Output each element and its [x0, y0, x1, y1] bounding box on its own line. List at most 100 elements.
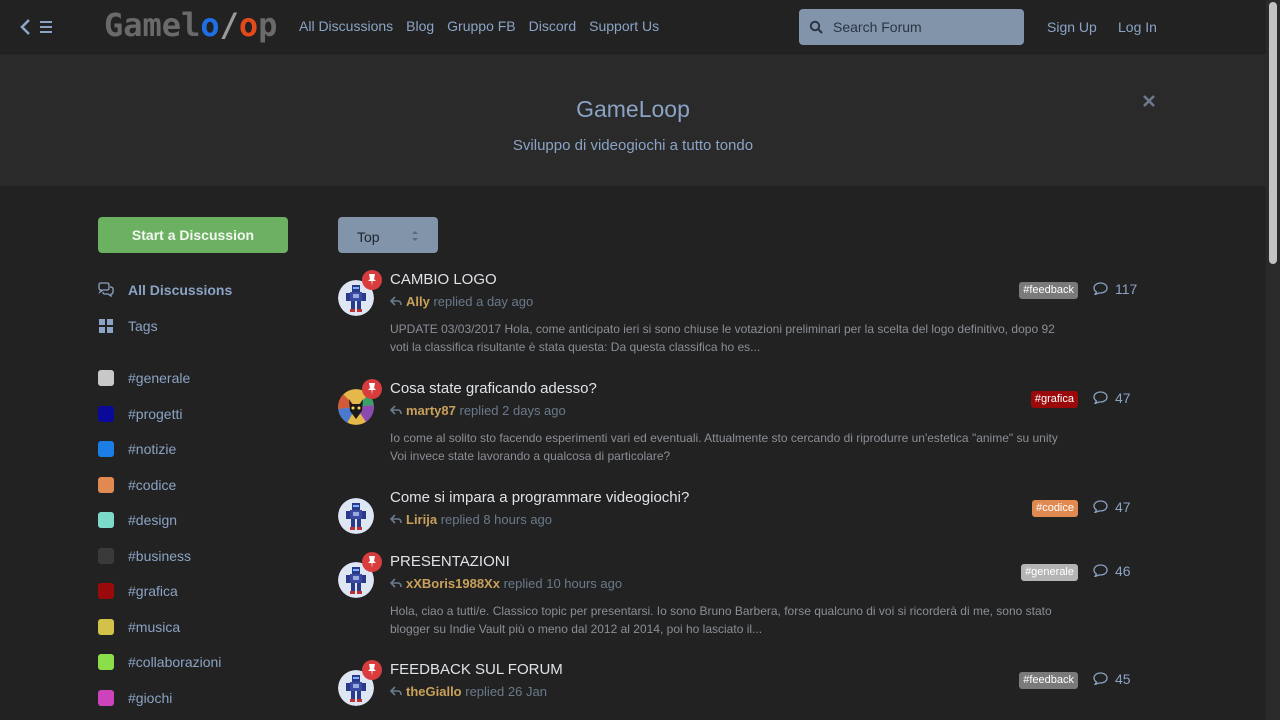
scrollbar-thumb[interactable]: [1269, 2, 1277, 264]
chevron-left-icon[interactable]: [18, 17, 34, 37]
reply-count: 47: [1093, 499, 1131, 515]
welcome-hero: GameLoop Sviluppo di videogiochi a tutto…: [0, 54, 1266, 186]
nav-gruppo-fb[interactable]: Gruppo FB: [447, 18, 515, 34]
pin-icon: [362, 270, 382, 290]
sidebar-tag-label: #collaborazioni: [128, 654, 222, 670]
comment-icon: [1093, 500, 1108, 513]
reply-time: replied 26 Jan: [465, 684, 547, 699]
nav-blog[interactable]: Blog: [406, 18, 434, 34]
reply-time: replied a day ago: [433, 294, 534, 309]
reply-username[interactable]: Lirija: [406, 512, 437, 527]
reply-icon: [390, 296, 402, 306]
sidebar-tag-label: #notizie: [128, 441, 177, 457]
discussion-meta: Ally replied a day ago: [390, 294, 533, 309]
comment-icon: [1093, 282, 1108, 295]
close-icon[interactable]: [1141, 93, 1157, 109]
discussion-tag-badge[interactable]: #feedback: [1019, 282, 1078, 299]
sidebar-item-label: All Discussions: [128, 282, 233, 298]
tag-color-swatch: [98, 476, 114, 493]
reply-username[interactable]: marty87: [406, 403, 456, 418]
discussion-excerpt: Io come al solito sto facendo esperiment…: [390, 431, 1058, 463]
sidebar-tag-item[interactable]: #musica: [98, 616, 180, 638]
sidebar-tag-label: #generale: [128, 370, 191, 386]
top-nav: All Discussions Blog Gruppo FB Discord S…: [299, 18, 672, 34]
nav-all-discussions[interactable]: All Discussions: [299, 18, 393, 34]
discussion-title[interactable]: Come si impara a programmare videogiochi…: [390, 489, 689, 506]
sidebar-tag-label: #codice: [128, 476, 177, 493]
search-input[interactable]: [833, 9, 1018, 45]
search-box[interactable]: [799, 9, 1024, 45]
sort-caret-icon: [412, 231, 418, 241]
reply-count-value: 47: [1115, 499, 1131, 515]
reply-count: 47: [1093, 390, 1131, 406]
tag-color-swatch: [98, 547, 114, 564]
reply-count-value: 117: [1115, 281, 1138, 297]
nav-discord[interactable]: Discord: [529, 18, 576, 34]
sidebar-tag-item[interactable]: #generale: [98, 367, 190, 389]
reply-icon: [390, 578, 402, 588]
sidebar-tag-item[interactable]: #progetti: [98, 403, 182, 425]
sidebar-tag-item[interactable]: #codice: [98, 474, 176, 496]
sidebar-item-tags[interactable]: Tags: [98, 315, 158, 337]
sidebar-tag-item[interactable]: #collaborazioni: [98, 651, 221, 673]
tag-color-swatch: [98, 405, 114, 422]
scrollbar[interactable]: [1266, 0, 1280, 720]
reply-icon: [390, 405, 402, 415]
reply-count-value: 47: [1115, 390, 1131, 406]
reply-time: replied 10 hours ago: [503, 576, 623, 591]
tags-grid-icon: [99, 319, 113, 333]
site-logo[interactable]: Gamelo/op: [104, 6, 277, 44]
sidebar-item-all-discussions[interactable]: All Discussions: [98, 279, 232, 301]
reply-username[interactable]: xXBoris1988Xx: [406, 576, 500, 591]
discussion-tag-badge[interactable]: #grafica: [1030, 391, 1078, 408]
sidebar-tag-label: #business: [128, 547, 192, 564]
reply-icon: [390, 514, 402, 524]
reply-count: 46: [1093, 563, 1131, 579]
reply-count: 45: [1093, 671, 1131, 687]
start-discussion-button[interactable]: Start a Discussion: [98, 217, 288, 253]
nav-support-us[interactable]: Support Us: [589, 18, 659, 34]
discussion-title[interactable]: CAMBIO LOGO: [390, 271, 497, 288]
sidebar-tag-label: #grafica: [128, 583, 178, 599]
reply-time: replied 8 hours ago: [440, 512, 553, 527]
user-avatar[interactable]: [338, 498, 374, 534]
reply-username[interactable]: Ally: [406, 294, 430, 309]
sidebar-tag-item[interactable]: #notizie: [98, 438, 176, 460]
discussion-meta: Lirija replied 8 hours ago: [390, 512, 552, 527]
search-icon: [809, 20, 823, 34]
discussion-title[interactable]: PRESENTAZIONI: [390, 553, 510, 570]
reply-count: 117: [1093, 281, 1137, 297]
sidebar-tag-item[interactable]: #business: [98, 545, 191, 567]
sidebar-tag-label: #design: [128, 512, 178, 528]
sign-up-link[interactable]: Sign Up: [1047, 19, 1097, 35]
comment-icon: [1093, 391, 1108, 404]
sidebar-tag-label: #progetti: [128, 405, 183, 422]
reply-time: replied 2 days ago: [459, 403, 566, 418]
sidebar-tag-item[interactable]: #grafica: [98, 580, 178, 602]
tag-color-swatch: [98, 583, 114, 599]
reply-count-value: 45: [1115, 671, 1131, 687]
sort-label: Top: [357, 229, 380, 245]
discussion-tag-badge[interactable]: #generale: [1021, 564, 1078, 581]
comment-icon: [1093, 564, 1108, 577]
sort-dropdown[interactable]: Top: [338, 217, 438, 253]
tag-color-swatch: [98, 512, 114, 528]
menu-icon[interactable]: [38, 19, 54, 35]
hero-subtitle: Sviluppo di videogiochi a tutto tondo: [512, 137, 754, 154]
discussion-excerpt: UPDATE 03/03/2017 Hola, come anticipato …: [390, 322, 1055, 354]
pin-icon: [362, 379, 382, 399]
discussion-tag-badge[interactable]: #feedback: [1019, 672, 1078, 689]
sidebar-tag-label: #giochi: [128, 689, 173, 706]
reply-count-value: 46: [1115, 563, 1131, 579]
sidebar-tag-label: #musica: [128, 618, 181, 635]
tag-color-swatch: [98, 689, 114, 706]
log-in-link[interactable]: Log In: [1118, 19, 1157, 35]
comments-icon: [98, 282, 114, 298]
sidebar-item-label: Tags: [128, 318, 158, 334]
sidebar-tag-item[interactable]: #giochi: [98, 687, 172, 709]
reply-username[interactable]: theGiallo: [406, 684, 462, 699]
sidebar-tag-item[interactable]: #design: [98, 509, 177, 531]
discussion-title[interactable]: FEEDBACK SUL FORUM: [390, 661, 563, 678]
discussion-title[interactable]: Cosa state graficando adesso?: [390, 380, 597, 397]
discussion-tag-badge[interactable]: #codice: [1032, 500, 1078, 517]
